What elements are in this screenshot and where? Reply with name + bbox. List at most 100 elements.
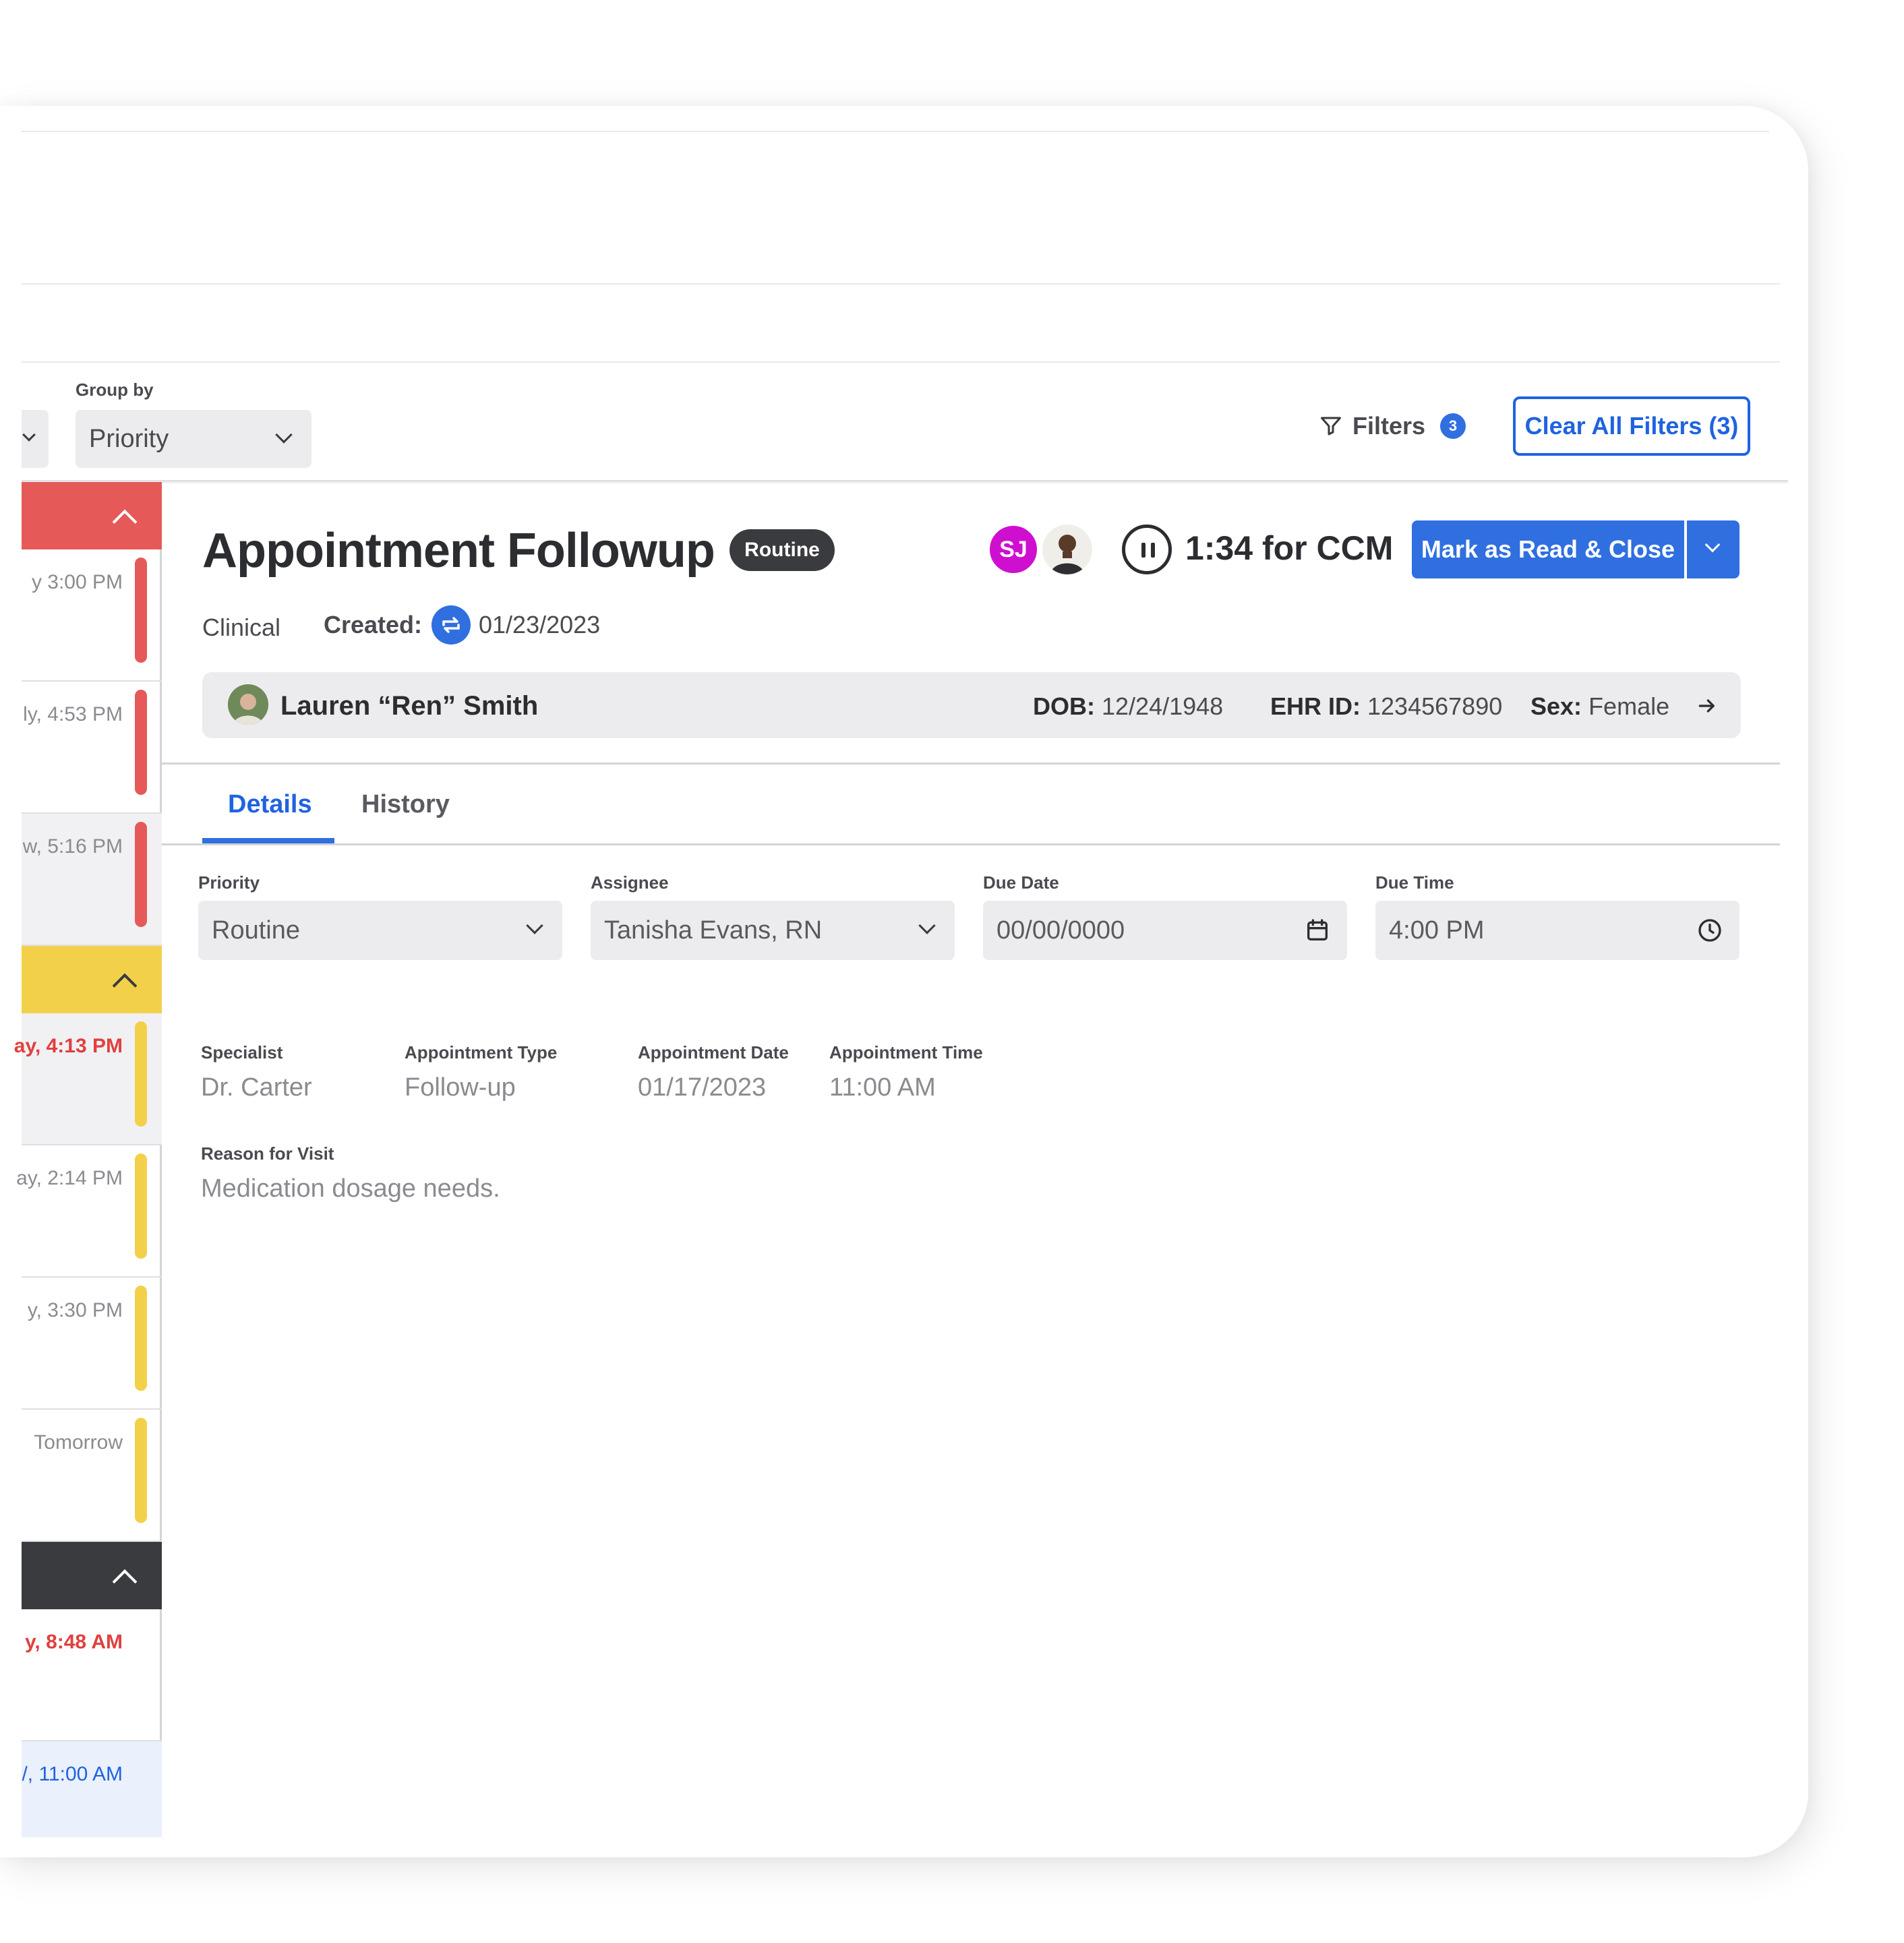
avatar[interactable]: [1040, 522, 1095, 577]
appointment-date-value: 01/17/2023: [638, 1073, 767, 1102]
priority-indicator: [135, 558, 147, 663]
clear-all-filters-button[interactable]: Clear All Filters (3): [1513, 396, 1750, 456]
chevron-down-icon: [22, 428, 36, 442]
pause-timer-button[interactable]: [1122, 525, 1172, 574]
filter-icon: [1321, 417, 1341, 436]
more-actions-button[interactable]: [1687, 520, 1739, 578]
due-time-label: Due Time: [1375, 872, 1454, 893]
list-item[interactable]: ay, 2:14 PM: [16, 1145, 162, 1278]
avatar[interactable]: SJ: [987, 523, 1040, 576]
patient-avatar: [228, 684, 268, 725]
active-tab-indicator: [202, 838, 334, 843]
clock-icon[interactable]: [1696, 917, 1723, 944]
task-panel: [0, 106, 1808, 1857]
list-item-time: y, 8:48 AM: [24, 1631, 123, 1653]
list-item[interactable]: y, 8:48 AM: [22, 1609, 162, 1741]
appointment-type-value: Follow-up: [405, 1073, 516, 1102]
mark-read-close-button[interactable]: Mark as Read & Close: [1412, 520, 1684, 578]
assignee-label: Assignee: [591, 872, 669, 893]
list-item-time: y 3:00 PM: [31, 571, 123, 593]
list-item[interactable]: ay, 4:13 PM: [14, 1013, 162, 1145]
list-item[interactable]: Tomorrow: [22, 1410, 162, 1542]
group-header-low[interactable]: [22, 1542, 162, 1609]
task-title: Appointment Followup: [202, 524, 715, 578]
due-date-label: Due Date: [983, 872, 1059, 893]
priority-indicator: [135, 690, 147, 795]
priority-indicator: [135, 1021, 147, 1127]
due-date-value: 00/00/0000: [996, 916, 1125, 945]
group-header-urgent[interactable]: [22, 482, 162, 549]
specialist-label: Specialist: [201, 1042, 283, 1063]
specialist-value: Dr. Carter: [201, 1073, 312, 1102]
created-label: Created:: [324, 611, 423, 638]
chevron-up-icon: [112, 1569, 138, 1594]
chevron-down-icon: [1704, 537, 1721, 553]
header-divider: [22, 283, 1780, 285]
sort-select[interactable]: [22, 410, 49, 468]
filters-label: Filters: [1352, 412, 1426, 440]
assignee-select[interactable]: Tanisha Evans, RN: [591, 901, 955, 960]
appointment-time-value: 11:00 AM: [829, 1073, 936, 1102]
ccm-timer: 1:34 for CCM: [1185, 529, 1394, 567]
priority-label: Priority: [198, 872, 260, 893]
filters-count-badge: 3: [1440, 413, 1466, 439]
divider: [162, 843, 1780, 845]
header-divider: [22, 131, 1769, 132]
list-item[interactable]: w, 5:16 PM: [22, 814, 162, 946]
patient-dob: DOB: 12/24/1948: [1033, 692, 1224, 720]
divider: [162, 763, 1780, 765]
list-item-selected[interactable]: /, 11:00 AM: [22, 1741, 162, 1837]
list-item-time: Tomorrow: [34, 1431, 123, 1454]
priority-select[interactable]: Routine: [198, 901, 562, 960]
tab-details[interactable]: Details: [228, 790, 312, 819]
patient-ehr-id: EHR ID: 1234567890: [1270, 692, 1503, 720]
group-by-select[interactable]: Priority: [76, 410, 311, 468]
toolbar-shadow: [22, 480, 1788, 484]
task-category: Clinical: [202, 614, 281, 641]
list-item[interactable]: y 3:00 PM: [22, 549, 162, 682]
due-time-field[interactable]: 4:00 PM: [1375, 901, 1739, 960]
header-divider: [22, 361, 1780, 363]
priority-indicator: [135, 822, 147, 927]
list-item-time: w, 5:16 PM: [22, 835, 123, 858]
chevron-down-icon: [275, 426, 293, 444]
list-item-time: y, 3:30 PM: [27, 1299, 123, 1321]
appointment-date-label: Appointment Date: [638, 1042, 789, 1063]
reason-label: Reason for Visit: [201, 1143, 334, 1164]
arrow-right-icon[interactable]: [1696, 695, 1718, 717]
task-list: y 3:00 PM ly, 4:53 PM w, 5:16 PM ay, 4:1…: [14, 482, 162, 1837]
group-header-high[interactable]: [22, 946, 162, 1013]
assignee-value: Tanisha Evans, RN: [604, 916, 823, 945]
person-icon: [1050, 535, 1084, 574]
group-by-label: Group by: [76, 380, 154, 400]
created-date: 01/23/2023: [479, 611, 601, 638]
due-date-field[interactable]: 00/00/0000: [983, 901, 1347, 960]
calendar-icon[interactable]: [1304, 917, 1331, 944]
chevron-up-icon: [112, 509, 138, 535]
patient-sex: Sex: Female: [1530, 692, 1670, 720]
priority-indicator: [135, 1286, 147, 1391]
list-item-time: /, 11:00 AM: [22, 1763, 123, 1785]
recurring-icon: [432, 605, 471, 645]
list-item-time: ly, 4:53 PM: [23, 703, 123, 725]
priority-indicator: [135, 1154, 147, 1259]
list-item-time: ay, 2:14 PM: [16, 1167, 123, 1189]
priority-value: Routine: [212, 916, 300, 945]
chevron-down-icon: [526, 917, 543, 934]
priority-indicator: [135, 1418, 147, 1523]
patient-banner[interactable]: Lauren “Ren” Smith DOB: 12/24/1948 EHR I…: [202, 672, 1741, 738]
priority-badge: Routine: [730, 529, 835, 571]
appointment-type-label: Appointment Type: [405, 1042, 558, 1063]
chevron-up-icon: [112, 973, 138, 998]
appointment-time-label: Appointment Time: [829, 1042, 983, 1063]
list-item[interactable]: y, 3:30 PM: [22, 1278, 162, 1410]
tab-history[interactable]: History: [361, 790, 450, 819]
group-by-value: Priority: [89, 424, 169, 453]
filters-button[interactable]: Filters 3: [1319, 407, 1466, 445]
due-time-value: 4:00 PM: [1389, 916, 1485, 945]
patient-name: Lauren “Ren” Smith: [280, 691, 539, 721]
chevron-down-icon: [918, 917, 936, 934]
list-item-time: ay, 4:13 PM: [13, 1035, 123, 1057]
list-item[interactable]: ly, 4:53 PM: [22, 682, 162, 814]
reason-value: Medication dosage needs.: [201, 1174, 500, 1203]
